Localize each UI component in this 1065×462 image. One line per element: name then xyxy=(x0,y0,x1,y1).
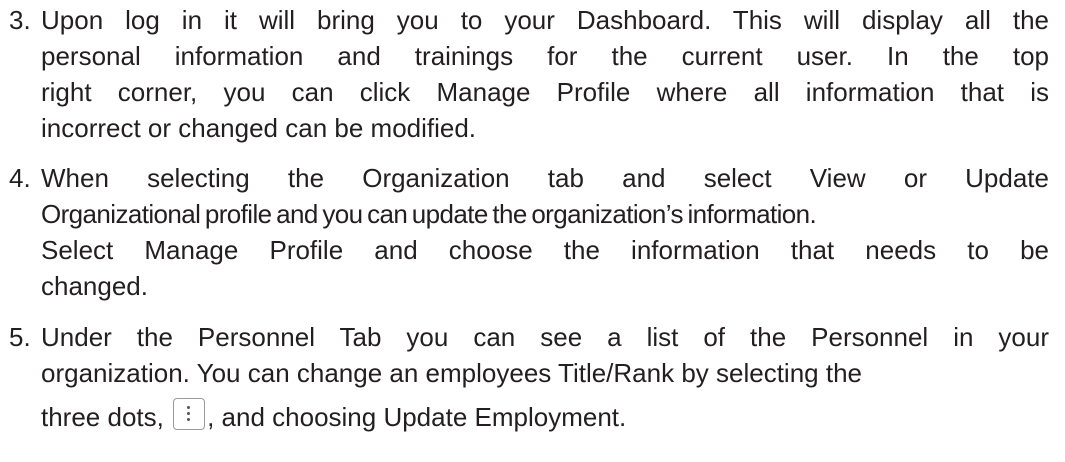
list-number: 5. xyxy=(9,322,31,352)
list-number: 4. xyxy=(9,163,31,193)
more-vertical-icon xyxy=(173,398,206,430)
text-line: Organizational profile and you can updat… xyxy=(41,199,817,229)
text-line-with-icon: three dots, , and choosing Update Employ… xyxy=(41,391,1049,435)
text-line: Upon log in it will bring you to your Da… xyxy=(41,5,1049,35)
text-line: Under the Personnel Tab you can see a li… xyxy=(41,322,1049,352)
text-line: personal information and trainings for t… xyxy=(41,41,1049,71)
text-line: changed. xyxy=(41,271,148,301)
text-fragment: , and choosing Update Employment. xyxy=(207,402,627,432)
text-line: When selecting the Organization tab and … xyxy=(41,163,1049,193)
text-fragment: three dots, xyxy=(41,402,164,432)
text-line: incorrect or changed can be modified. xyxy=(41,113,477,143)
text-line: right corner, you can click Manage Profi… xyxy=(41,77,1049,107)
text-line: Select Manage Profile and choose the inf… xyxy=(41,235,1049,265)
text-line: organization. You can change an employee… xyxy=(41,358,862,388)
list-number: 3. xyxy=(9,5,31,35)
